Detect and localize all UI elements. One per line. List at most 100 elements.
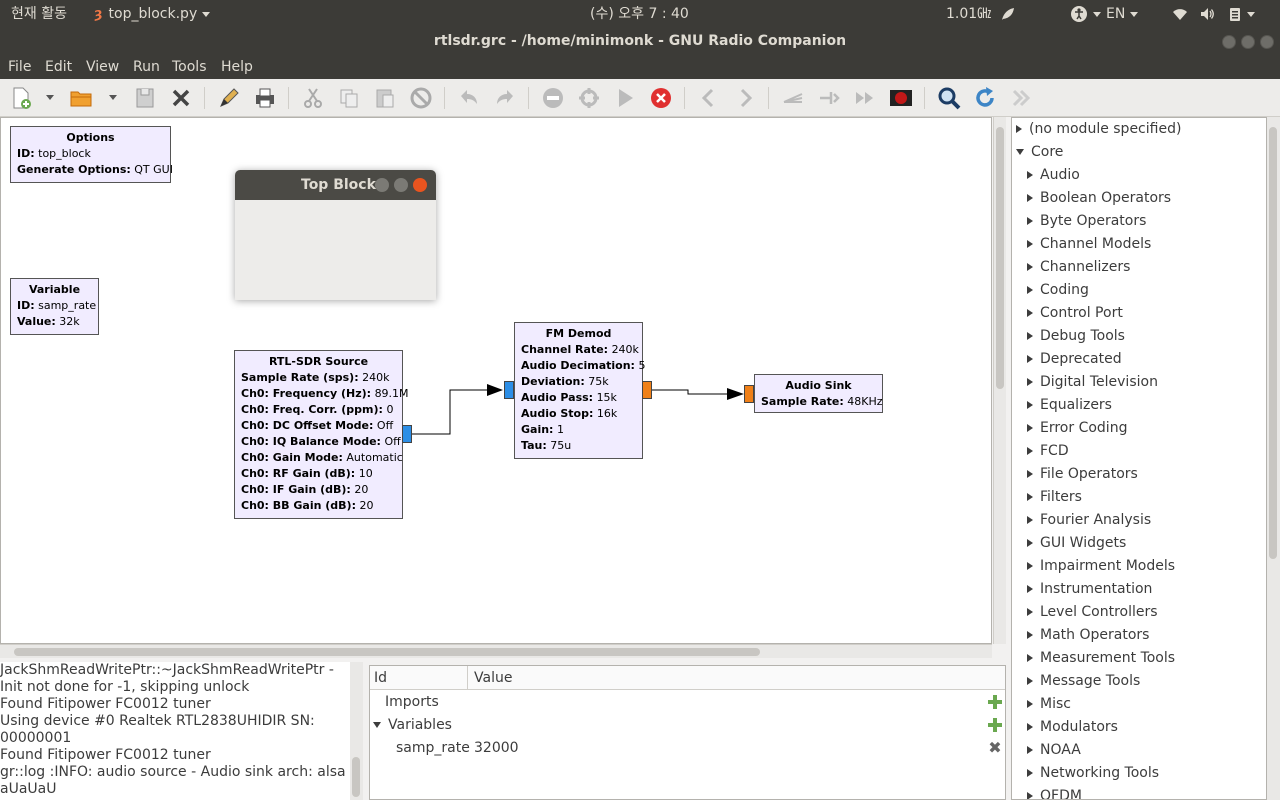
add-import-icon[interactable] (988, 695, 1002, 709)
forward-icon[interactable] (852, 85, 878, 111)
connection-rtl-to-fm[interactable] (412, 389, 494, 435)
scroll-thumb[interactable] (352, 757, 360, 797)
app-menu[interactable]: ȝ top_block.py (94, 0, 211, 28)
expander-icon[interactable] (1016, 125, 1022, 133)
print-icon[interactable] (252, 85, 278, 111)
wifi-icon[interactable] (1172, 0, 1188, 28)
expander-icon[interactable] (1027, 286, 1033, 294)
scroll-thumb[interactable] (996, 127, 1004, 389)
tree-item-debug-tools[interactable]: Debug Tools (1027, 325, 1125, 348)
tree-item-audio[interactable]: Audio (1027, 164, 1080, 187)
canvas-vertical-scrollbar[interactable] (993, 117, 1006, 644)
kill-icon[interactable] (648, 85, 674, 111)
maximize-icon[interactable] (1241, 35, 1255, 49)
tree-item-instrumentation[interactable]: Instrumentation (1027, 578, 1152, 601)
paste-icon[interactable] (372, 85, 398, 111)
open-icon[interactable] (68, 85, 94, 111)
chevron-down-icon[interactable] (109, 95, 117, 100)
tree-item-math-operators[interactable]: Math Operators (1027, 624, 1149, 647)
tree-item-file-operators[interactable]: File Operators (1027, 463, 1138, 486)
expander-icon[interactable] (1027, 562, 1033, 570)
tree-item-noaa[interactable]: NOAA (1027, 739, 1081, 762)
maximize-icon[interactable] (394, 178, 408, 192)
volume-icon[interactable] (1199, 0, 1215, 28)
audio-sink-in-port[interactable] (744, 385, 754, 403)
tree-item-channel-models[interactable]: Channel Models (1027, 233, 1151, 256)
console-output[interactable]: JackShmReadWritePtr::~JackShmReadWritePt… (0, 662, 350, 800)
undo-icon[interactable] (456, 85, 482, 111)
variable-value[interactable]: 32000 (474, 737, 519, 760)
tree-item-coding[interactable]: Coding (1027, 279, 1089, 302)
expander-icon[interactable] (1027, 654, 1033, 662)
tree-item-fourier-analysis[interactable]: Fourier Analysis (1027, 509, 1151, 532)
tree-item-gui-widgets[interactable]: GUI Widgets (1027, 532, 1126, 555)
expander-icon[interactable] (1027, 700, 1033, 708)
expander-icon[interactable] (1027, 723, 1033, 731)
tree-item-measurement-tools[interactable]: Measurement Tools (1027, 647, 1175, 670)
variables-row[interactable]: Variables (373, 714, 452, 737)
remove-variable-icon[interactable]: ✖ (988, 740, 1002, 756)
chevron-down-icon[interactable] (46, 95, 54, 100)
expander-icon[interactable] (1027, 171, 1033, 179)
language-indicator[interactable]: EN (1106, 0, 1139, 28)
scroll-thumb[interactable] (1269, 127, 1277, 559)
expander-icon[interactable] (1027, 309, 1033, 317)
expander-icon[interactable] (1027, 401, 1033, 409)
disable-icon[interactable] (540, 85, 566, 111)
menu-view[interactable]: View (86, 55, 119, 79)
expander-icon[interactable] (1027, 332, 1033, 340)
fm-demod-block[interactable]: FM Demod Channel Rate: 240k Audio Decima… (514, 322, 645, 459)
expander-icon[interactable] (1027, 769, 1033, 777)
column-header-value[interactable]: Value (474, 666, 512, 690)
activities-button[interactable]: 현재 활동 (11, 0, 67, 28)
top-block-window[interactable]: Top Block (235, 170, 436, 300)
menu-edit[interactable]: Edit (45, 55, 72, 79)
cpu-freq-indicator[interactable]: 1.01㎓ (946, 0, 991, 28)
accessibility-icon[interactable] (1070, 0, 1101, 28)
tree-item-networking-tools[interactable]: Networking Tools (1027, 762, 1159, 785)
tree-item-modulators[interactable]: Modulators (1027, 716, 1118, 739)
leaf-icon[interactable] (1000, 0, 1016, 28)
close-window-icon[interactable] (1260, 35, 1274, 49)
options-block[interactable]: Options ID: top_block Generate Options: … (10, 126, 173, 183)
tree-item-channelizers[interactable]: Channelizers (1027, 256, 1130, 279)
close-icon[interactable] (168, 85, 194, 111)
tree-item-control-port[interactable]: Control Port (1027, 302, 1123, 325)
clock[interactable]: (수) 오후 7 : 40 (590, 0, 689, 28)
expander-icon[interactable] (1027, 355, 1033, 363)
minimize-icon[interactable] (1222, 35, 1236, 49)
tree-item-no-module-specified[interactable]: (no module specified) (1016, 118, 1181, 141)
connection-fm-to-sink[interactable] (652, 389, 738, 395)
expander-icon[interactable] (1027, 746, 1033, 754)
rtlsdr-source-block[interactable]: RTL-SDR Source Sample Rate (sps): 240k C… (234, 350, 409, 519)
new-icon[interactable] (8, 85, 34, 111)
bypass-icon[interactable] (576, 85, 602, 111)
expander-icon[interactable] (1027, 217, 1033, 225)
expander-icon[interactable] (1027, 677, 1033, 685)
screenshot-icon[interactable] (888, 85, 914, 111)
system-menu-icon[interactable] (1228, 0, 1255, 28)
copy-icon[interactable] (336, 85, 362, 111)
variable-block[interactable]: Variable ID: samp_rate Value: 32k (10, 278, 99, 335)
properties-icon[interactable] (216, 85, 242, 111)
expander-icon[interactable] (1027, 608, 1033, 616)
tree-item-message-tools[interactable]: Message Tools (1027, 670, 1140, 693)
tree-item-byte-operators[interactable]: Byte Operators (1027, 210, 1146, 233)
tree-item-deprecated[interactable]: Deprecated (1027, 348, 1122, 371)
expander-icon[interactable] (1027, 516, 1033, 524)
block-tree-scrollbar[interactable] (1267, 117, 1280, 800)
tree-item-level-controllers[interactable]: Level Controllers (1027, 601, 1158, 624)
rotate-right-icon[interactable] (732, 85, 758, 111)
tree-item-equalizers[interactable]: Equalizers (1027, 394, 1112, 417)
add-variable-icon[interactable] (988, 718, 1002, 732)
expander-icon[interactable] (1027, 194, 1033, 202)
create-hier-icon[interactable] (780, 85, 806, 111)
tree-item-filters[interactable]: Filters (1027, 486, 1082, 509)
tree-item-digital-television[interactable]: Digital Television (1027, 371, 1158, 394)
menu-file[interactable]: File (8, 55, 31, 79)
expander-icon[interactable] (1027, 447, 1033, 455)
tree-item-misc[interactable]: Misc (1027, 693, 1071, 716)
minimize-icon[interactable] (375, 178, 389, 192)
expander-icon[interactable] (1027, 378, 1033, 386)
reload-icon[interactable] (972, 85, 998, 111)
